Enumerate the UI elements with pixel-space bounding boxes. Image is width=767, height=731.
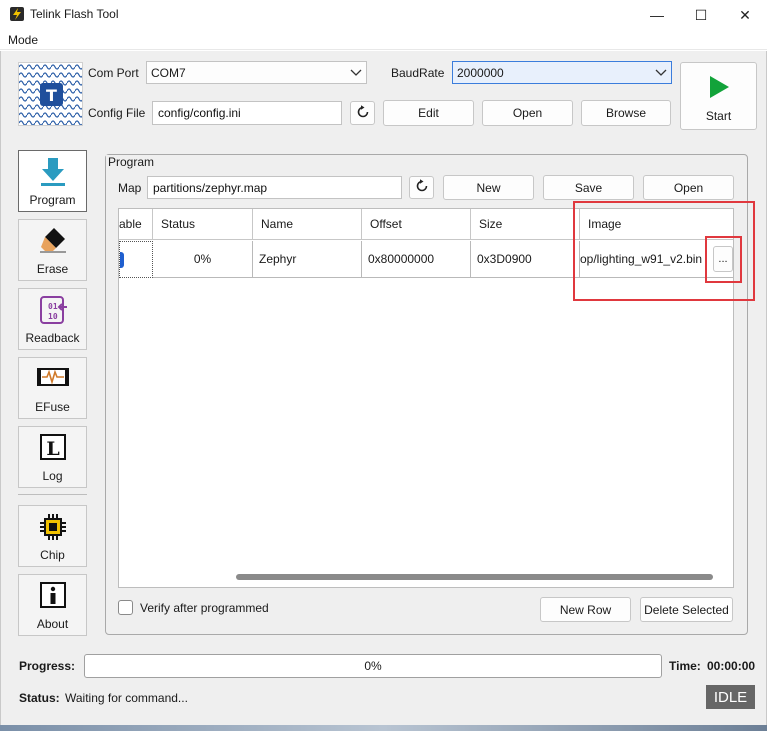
menu-bar (0, 30, 767, 50)
new-map-button[interactable]: New (443, 175, 534, 200)
map-file-field[interactable]: partitions/zephyr.map (147, 176, 402, 199)
state-badge: IDLE (706, 685, 755, 709)
reload-config-button[interactable] (350, 101, 375, 125)
config-file-field[interactable]: config/config.ini (152, 101, 342, 125)
tool-erase[interactable]: Erase (18, 219, 87, 281)
status-label: Status: (19, 691, 60, 705)
edit-config-button[interactable]: Edit (383, 100, 474, 126)
svg-text:L: L (46, 438, 59, 460)
row-size-cell[interactable]: 0x3D0900 (471, 241, 580, 278)
config-file-label: Config File (88, 106, 146, 120)
tool-log[interactable]: L Log (18, 426, 87, 488)
tool-program[interactable]: Program (18, 150, 87, 212)
horizontal-scrollbar[interactable] (236, 574, 713, 580)
column-header-enable[interactable]: able (119, 209, 153, 240)
tool-program-label: Program (29, 193, 76, 207)
baudrate-value: 2000000 (457, 65, 504, 80)
row-enable-cell[interactable] (119, 241, 153, 278)
column-header-offset[interactable]: Offset (362, 209, 471, 240)
row-offset-cell[interactable]: 0x80000000 (362, 241, 471, 278)
delete-selected-button[interactable]: Delete Selected (640, 597, 733, 622)
menu-mode[interactable]: Mode (8, 33, 38, 47)
tool-readback-label: Readback (25, 331, 80, 345)
program-group-title: Program (106, 155, 157, 169)
tool-chip-label: Chip (40, 548, 65, 562)
map-label: Map (118, 181, 142, 195)
tool-chip[interactable]: Chip (18, 505, 87, 567)
highlight-box-browse-button (705, 236, 742, 283)
tool-about[interactable]: About (18, 574, 87, 636)
desktop-strip (0, 725, 767, 731)
start-label: Start (705, 108, 732, 123)
tool-log-label: Log (42, 469, 63, 483)
chevron-down-icon (350, 66, 362, 80)
download-arrow-icon (39, 157, 67, 190)
progress-label: Progress: (19, 659, 76, 673)
tool-efuse[interactable]: EFuse (18, 357, 87, 419)
open-map-button[interactable]: Open (643, 175, 734, 200)
app-lightning-icon (10, 7, 24, 21)
progress-text: 0% (364, 659, 382, 673)
column-header-status[interactable]: Status (153, 209, 253, 240)
time-label: Time: (669, 659, 701, 673)
refresh-icon (355, 104, 371, 123)
status-text: Waiting for command... (65, 691, 188, 705)
verify-checkbox[interactable] (118, 600, 133, 615)
com-port-select[interactable]: COM7 (146, 61, 367, 84)
refresh-icon (414, 178, 430, 197)
com-port-label: Com Port (88, 66, 139, 80)
baudrate-select[interactable]: 2000000 (452, 61, 672, 84)
maximize-button[interactable]: ☐ (678, 0, 724, 30)
start-button[interactable]: Start (680, 62, 757, 130)
save-map-button[interactable]: Save (543, 175, 634, 200)
tool-erase-label: Erase (36, 262, 69, 276)
svg-text:10: 10 (48, 312, 58, 321)
tool-readback[interactable]: 01 10 Readback (18, 288, 87, 350)
tool-separator (18, 494, 87, 495)
efuse-icon (36, 364, 70, 393)
svg-text:01: 01 (48, 302, 58, 311)
row-status-cell: 0% (153, 241, 253, 278)
verify-label[interactable]: Verify after programmed (140, 601, 269, 615)
new-row-button[interactable]: New Row (540, 597, 631, 622)
time-value: 00:00:00 (707, 659, 756, 673)
tool-efuse-label: EFuse (35, 400, 70, 414)
eraser-icon (38, 226, 68, 257)
chip-icon (38, 512, 68, 545)
com-port-value: COM7 (151, 65, 186, 80)
telink-logo: T (18, 62, 83, 126)
open-config-button[interactable]: Open (482, 100, 573, 126)
info-icon (39, 581, 67, 612)
chevron-down-icon (655, 66, 667, 80)
enable-checkbox-edge[interactable] (120, 251, 124, 268)
svg-text:T: T (46, 86, 57, 105)
binary-readback-icon: 01 10 (38, 295, 68, 328)
minimize-button[interactable]: — (634, 0, 680, 30)
close-button[interactable]: ✕ (722, 0, 767, 30)
tool-about-label: About (36, 617, 69, 631)
play-icon (707, 74, 731, 103)
log-icon: L (39, 433, 67, 464)
progress-bar: 0% (84, 654, 662, 678)
baudrate-label: BaudRate (391, 66, 445, 80)
window-title: Telink Flash Tool (30, 7, 119, 21)
reload-map-button[interactable] (409, 176, 434, 199)
column-header-size[interactable]: Size (471, 209, 580, 240)
browse-config-button[interactable]: Browse (581, 100, 671, 126)
column-header-name[interactable]: Name (253, 209, 362, 240)
row-name-cell[interactable]: Zephyr (253, 241, 362, 278)
